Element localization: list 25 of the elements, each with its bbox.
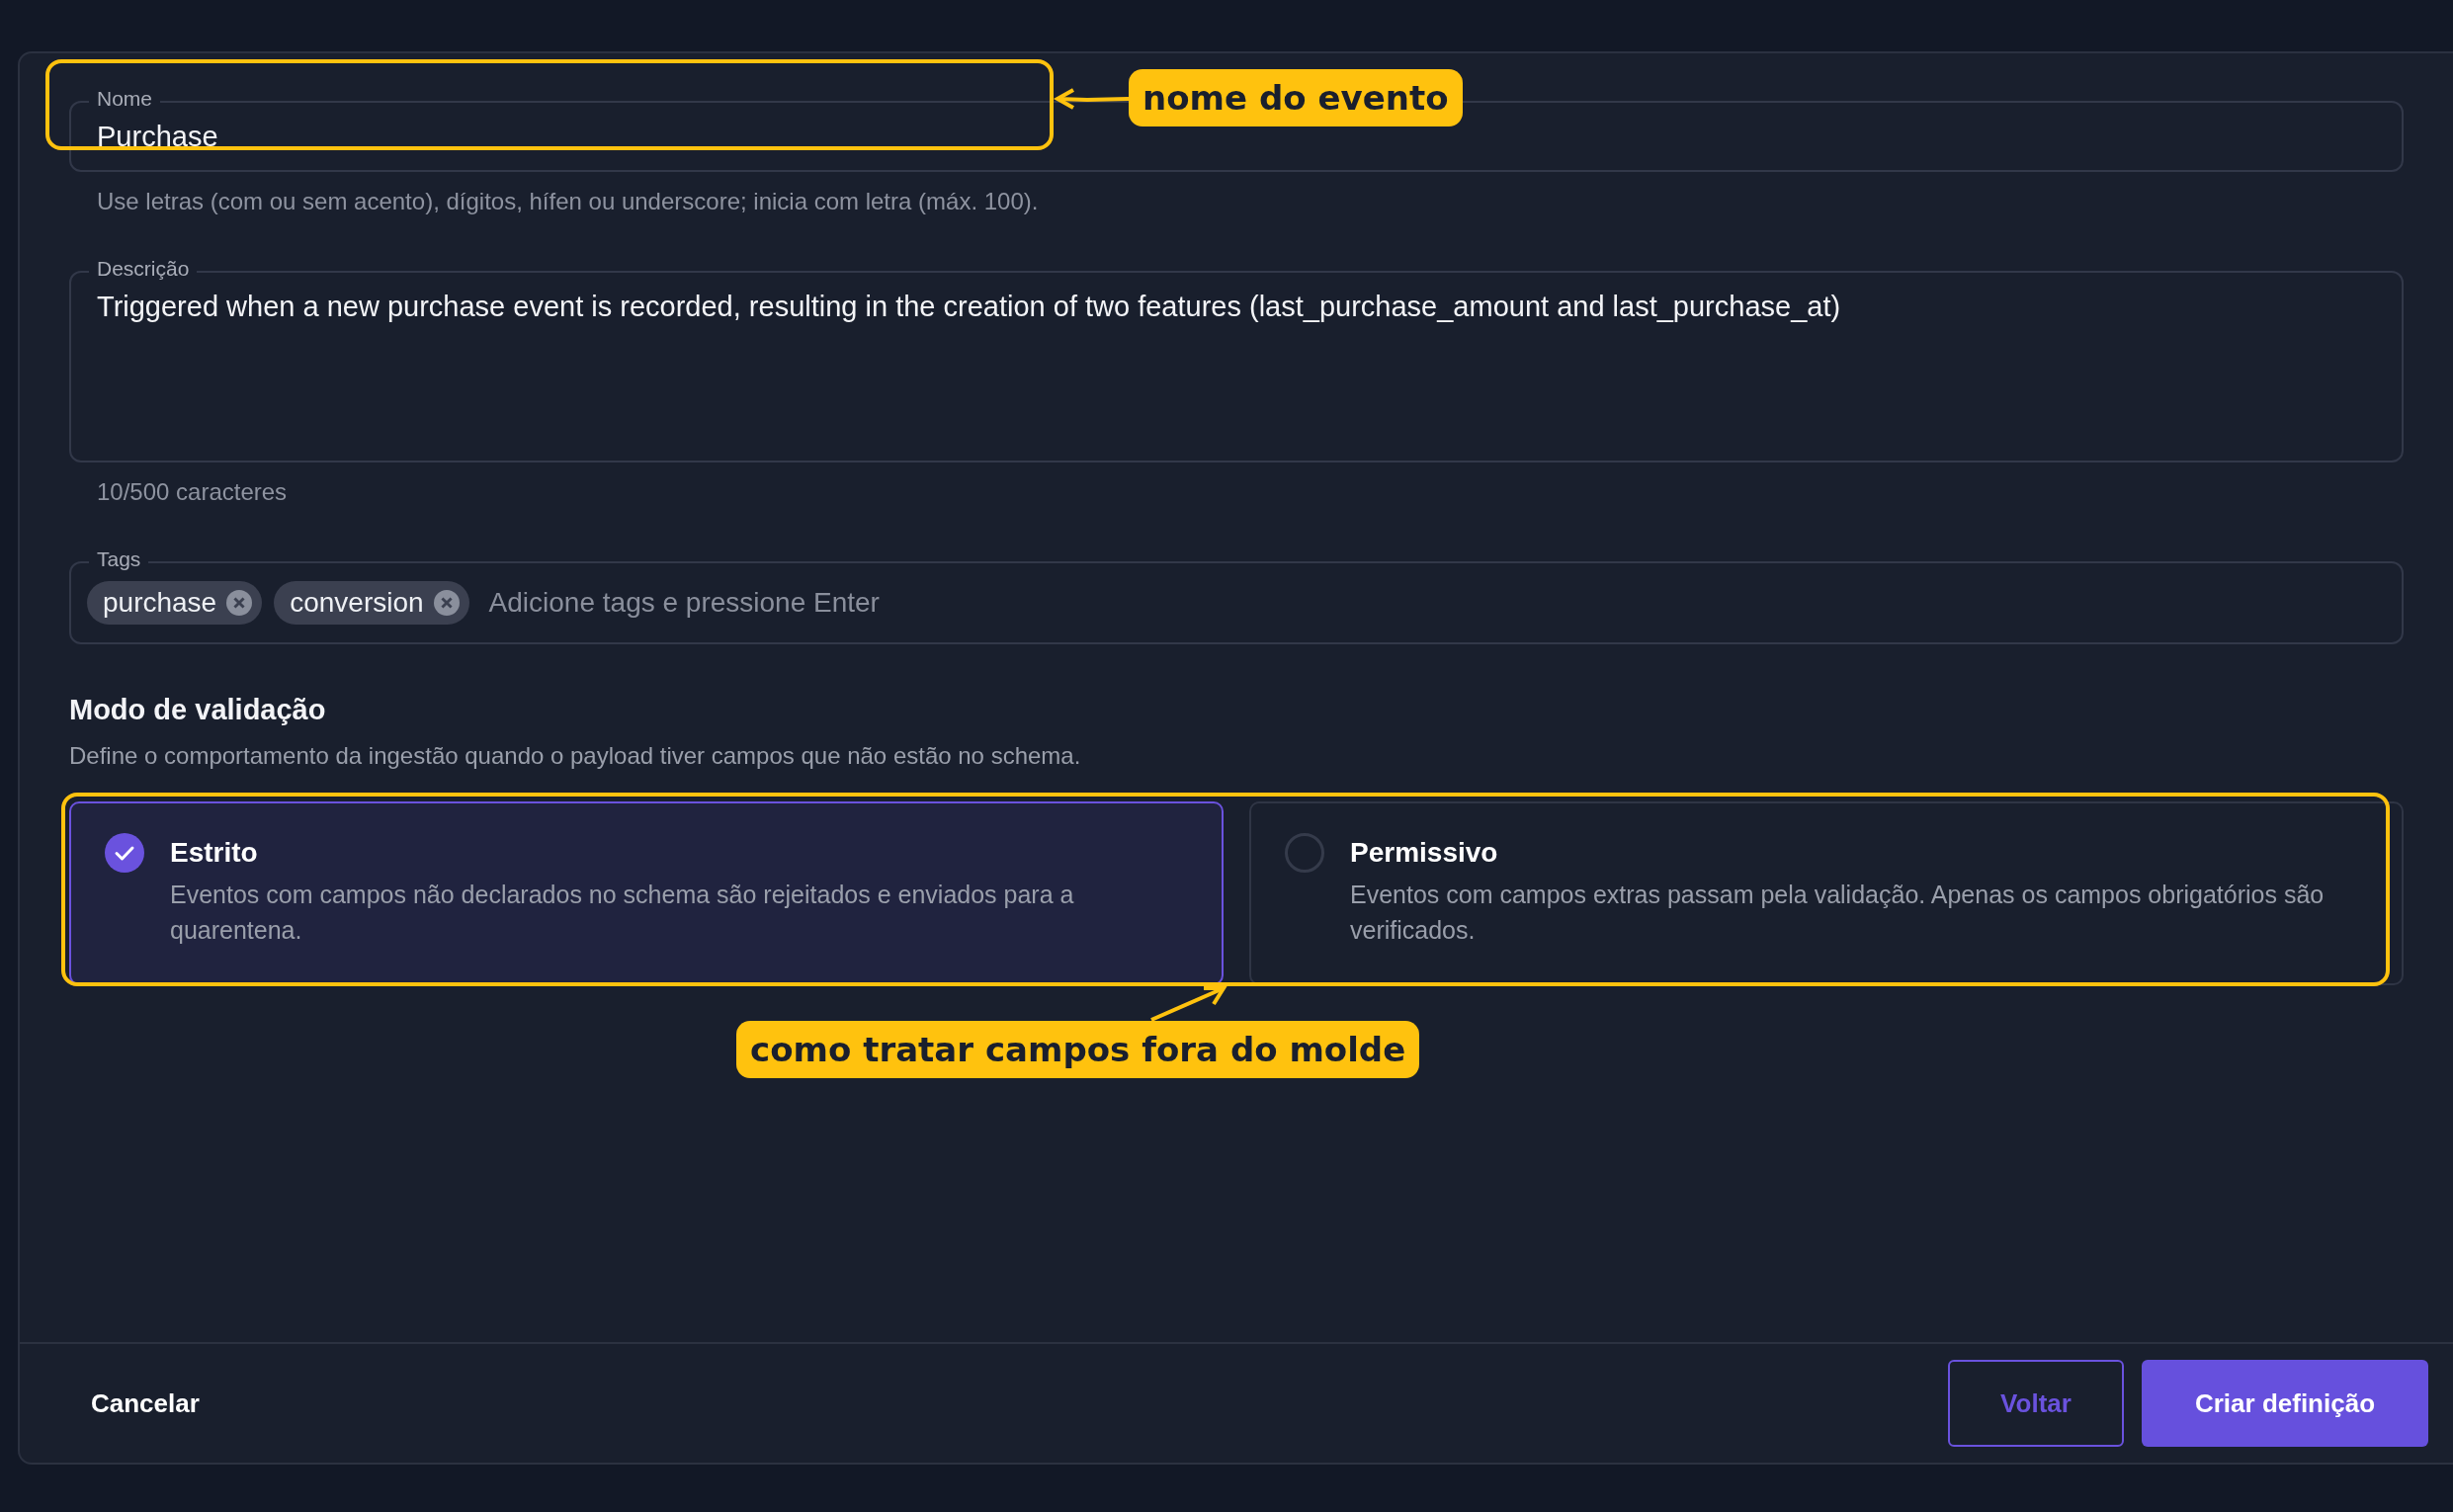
tag-chip[interactable]: purchase	[87, 581, 263, 625]
field-value: Purchase	[97, 120, 218, 153]
option-card[interactable]: Estrito Eventos com campos não declarados no schema são rejeitados e enviados para a quarentena.	[69, 801, 1224, 985]
tag-label: conversion	[290, 587, 424, 619]
submit-button[interactable]: Criar definição	[2142, 1360, 2428, 1447]
tag-input-placeholder: Adicione tags e pressione Enter	[488, 587, 880, 619]
section-title: Modo de validação	[69, 694, 327, 726]
radio-icon	[1285, 833, 1324, 873]
tag-label: purchase	[103, 587, 217, 619]
field-hint: Use letras (com ou sem acento), dígitos, hífen ou underscore; inicia com letra (máx. 100).	[97, 188, 1040, 215]
character-counter: 10/500 caracteres	[97, 478, 289, 506]
cancel-button[interactable]: Cancelar	[91, 1380, 200, 1427]
option-description: Eventos com campos não declarados no schema são rejeitados e enviados para a quarentena.	[170, 880, 1075, 946]
option-description: Eventos com campos extras passam pela validação. Apenas os campos obrigatórios são verificados.	[1350, 880, 2326, 946]
check-icon	[105, 833, 144, 873]
section-description: Define o comportamento da ingestão quando o payload tiver campos que não estão no schema.	[69, 742, 1082, 770]
option-card[interactable]: Permissivo Eventos com campos extras passam pela validação. Apenas os campos obrigatórios são verificados.	[1249, 801, 2404, 985]
callout-label: como tratar campos fora do molde	[736, 1021, 1420, 1078]
field-value: Triggered when a new purchase event is recorded, resulting in the creation of two features (last_purchase_amount and last_purchase_at)	[97, 291, 1841, 323]
option-title: Estrito	[170, 837, 259, 869]
remove-icon[interactable]	[433, 590, 460, 616]
option-title: Permissivo	[1350, 837, 1499, 869]
tag-chip[interactable]: conversion	[274, 581, 469, 625]
remove-icon[interactable]	[226, 590, 253, 616]
callout-label: nome do evento	[1129, 69, 1463, 126]
